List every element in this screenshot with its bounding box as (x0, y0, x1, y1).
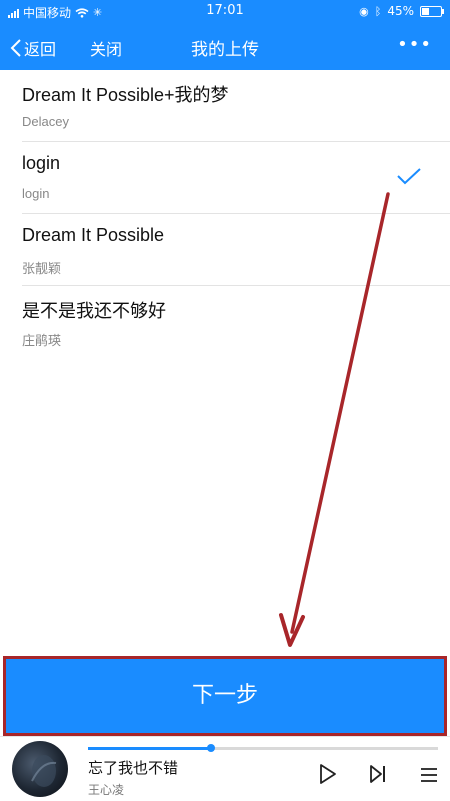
next-track-icon[interactable] (368, 763, 388, 785)
song-title: 是不是我还不够好 (22, 301, 166, 321)
song-artist: Delacey (22, 114, 69, 129)
status-right: ◉ ᛒ 45% (359, 4, 444, 18)
progress-fill (88, 747, 211, 750)
list-item[interactable]: Dream It Possible+我的梦 Delacey (22, 70, 450, 142)
song-artist: login (22, 186, 50, 201)
battery-percent: 45% (387, 4, 414, 18)
progress-knob[interactable] (206, 744, 215, 752)
song-artist: 张靓颖 (22, 261, 62, 276)
song-title: login (22, 153, 61, 173)
more-dots-icon[interactable]: ••• (397, 34, 432, 55)
page-title: 我的上传 (191, 40, 259, 60)
song-title: Dream It Possible (22, 225, 165, 245)
song-artist: 庄鹃瑛 (22, 333, 62, 348)
play-icon[interactable] (318, 763, 338, 785)
playback-progress[interactable] (88, 744, 438, 752)
status-bar: 中国移动 ✳ 17:01 ◉ ᛒ 45% (0, 0, 450, 24)
playlist-icon[interactable] (420, 767, 438, 783)
list-item[interactable]: 是不是我还不够好 庄鹃瑛 (22, 286, 450, 357)
nav-bar: 返回 关闭 我的上传 ••• (0, 24, 450, 70)
bluetooth-icon: ᛒ (374, 4, 382, 18)
battery-icon (420, 5, 444, 17)
next-button-highlight: 下一步 (3, 656, 447, 736)
list-item[interactable]: Dream It Possible 张靓颖 (22, 214, 450, 286)
album-cover[interactable] (12, 741, 68, 797)
song-title: Dream It Possible+我的梦 (22, 85, 229, 105)
rotation-lock-icon: ◉ (359, 4, 369, 18)
now-playing-title: 忘了我也不错 (88, 759, 179, 777)
album-art (31, 755, 57, 787)
mini-player: 忘了我也不错 王心凌 (0, 736, 450, 801)
next-button[interactable]: 下一步 (10, 663, 440, 729)
now-playing-artist: 王心凌 (88, 783, 125, 797)
list-item[interactable]: login login (22, 142, 450, 214)
battery-fill (422, 7, 430, 15)
upload-list: Dream It Possible+我的梦 Delacey login logi… (0, 70, 450, 357)
checkmark-icon (397, 168, 421, 185)
